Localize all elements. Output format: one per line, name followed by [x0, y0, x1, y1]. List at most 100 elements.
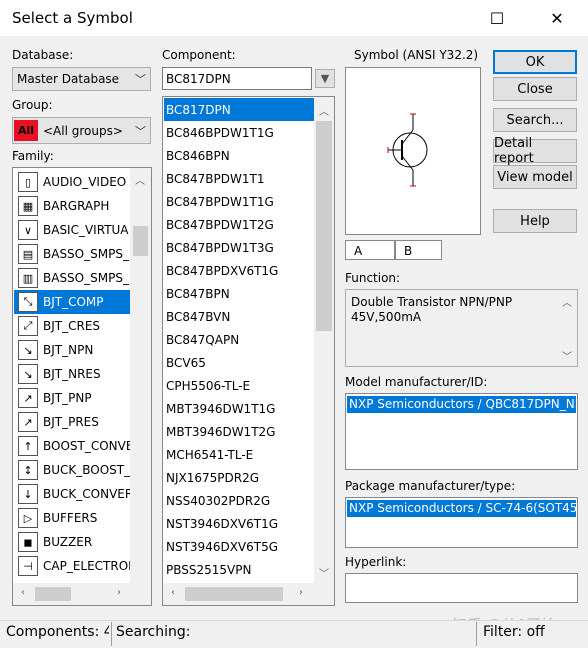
- family-item[interactable]: ▷ BUFFERS: [14, 506, 130, 530]
- family-item[interactable]: ↘ BJT_NRES: [14, 362, 130, 386]
- component-item[interactable]: BC847BPDXV6T1G: [164, 259, 314, 282]
- component-label: Component:: [162, 48, 236, 62]
- detail-report-button[interactable]: Detail report: [493, 136, 577, 166]
- family-item[interactable]: ↗ BJT_PNP: [14, 386, 130, 410]
- database-select[interactable]: Master Database ﹀: [12, 67, 151, 91]
- family-icon: ↗: [18, 412, 38, 432]
- scroll-left-icon[interactable]: ‹: [165, 587, 181, 598]
- scroll-right-icon[interactable]: ›: [293, 587, 309, 598]
- scroll-up-icon[interactable]: ︿: [559, 294, 575, 309]
- component-item[interactable]: BC846BPDW1T1G: [164, 121, 314, 144]
- family-icon: ⊣: [18, 556, 38, 576]
- family-item[interactable]: ↓ BUCK_CONVER: [14, 482, 130, 506]
- component-item[interactable]: BC847BPDW1T1G: [164, 190, 314, 213]
- function-label: Function:: [345, 271, 401, 285]
- search-button[interactable]: Search...: [493, 108, 577, 132]
- symbol-tab-b[interactable]: B: [395, 240, 442, 260]
- scroll-thumb[interactable]: [185, 587, 283, 601]
- component-list[interactable]: BC817DPN BC846BPDW1T1G BC846BPN BC847BPDW1T…: [162, 96, 335, 606]
- group-label: Group:: [12, 98, 53, 112]
- component-hscrollbar[interactable]: ‹ ›: [163, 583, 334, 605]
- family-hscrollbar[interactable]: ‹ ›: [13, 583, 151, 605]
- family-icon: ↗: [18, 388, 38, 408]
- family-item[interactable]: ▯ AUDIO_VIDEO: [14, 170, 130, 194]
- component-item[interactable]: NST3946DXV6T5G: [164, 535, 314, 558]
- window-title: Select a Symbol: [12, 9, 133, 27]
- component-item[interactable]: BC847BPDW1T3G: [164, 236, 314, 259]
- component-item[interactable]: BC817DPN: [164, 98, 314, 121]
- family-item-label: BUCK_CONVER: [43, 487, 130, 501]
- family-item[interactable]: ↕ BUCK_BOOST_: [14, 458, 130, 482]
- component-item[interactable]: BC847BPDW1T1: [164, 167, 314, 190]
- help-button[interactable]: Help: [493, 209, 577, 233]
- component-item[interactable]: BC847QAPN: [164, 328, 314, 351]
- model-manufacturer-label: Model manufacturer/ID:: [345, 375, 488, 389]
- family-icon: ▤: [18, 244, 38, 264]
- component-item[interactable]: CPH5506-TL-E: [164, 374, 314, 397]
- family-item[interactable]: ▦ BARGRAPH: [14, 194, 130, 218]
- scroll-down-icon[interactable]: ﹀: [316, 565, 332, 580]
- component-item[interactable]: PBSS2515VPN: [164, 558, 314, 581]
- bjt-complementary-symbol-icon: [387, 113, 428, 187]
- family-vscrollbar[interactable]: ︿: [130, 168, 151, 583]
- package-manufacturer-item[interactable]: NXP Semiconductors / SC-74-6(SOT457): [347, 500, 576, 517]
- component-item[interactable]: NJX1675PDR2G: [164, 466, 314, 489]
- family-list[interactable]: ▯ AUDIO_VIDEO ▦ BARGRAPH ∨ BASIC_VIRTUA ▤ BASSO…: [12, 167, 152, 606]
- component-item[interactable]: BC847BPDW1T2G: [164, 213, 314, 236]
- family-item-label: BARGRAPH: [43, 199, 110, 213]
- symbol-preview: [345, 67, 481, 235]
- scroll-right-icon[interactable]: ›: [111, 587, 127, 598]
- maximize-icon[interactable]: ☐: [474, 0, 520, 36]
- family-item[interactable]: ⤢ BJT_CRES: [14, 314, 130, 338]
- function-text: Double Transistor NPN/PNP 45V,500mA ︿ ﹀: [345, 289, 578, 367]
- family-item[interactable]: ⤡ BJT_COMP: [14, 290, 130, 314]
- scroll-thumb[interactable]: [316, 121, 332, 331]
- component-item[interactable]: NSS40302PDR2G: [164, 489, 314, 512]
- family-item[interactable]: ◼ BUZZER: [14, 530, 130, 554]
- component-item[interactable]: BC847BVN: [164, 305, 314, 328]
- hyperlink-field[interactable]: [345, 573, 578, 603]
- family-item-label: CAP_ELECTROL: [43, 559, 130, 573]
- model-manufacturer-list[interactable]: NXP Semiconductors / QBC817DPN_NPN: [345, 393, 578, 470]
- component-item[interactable]: BC847BPN: [164, 282, 314, 305]
- scroll-thumb[interactable]: [35, 587, 71, 601]
- family-item[interactable]: ∨ BASIC_VIRTUA: [14, 218, 130, 242]
- close-button[interactable]: Close: [493, 77, 577, 101]
- all-groups-icon: All: [14, 120, 38, 141]
- scroll-left-icon[interactable]: ‹: [15, 587, 31, 598]
- family-item[interactable]: ↗ BJT_PRES: [14, 410, 130, 434]
- component-item[interactable]: BC846BPN: [164, 144, 314, 167]
- family-item[interactable]: ▤ BASSO_SMPS_: [14, 242, 130, 266]
- scroll-thumb[interactable]: [133, 226, 148, 256]
- family-item[interactable]: ↘ BJT_NPN: [14, 338, 130, 362]
- component-vscrollbar[interactable]: ︿ ﹀: [314, 97, 334, 583]
- symbol-tab-a[interactable]: A: [345, 240, 395, 260]
- package-manufacturer-list[interactable]: NXP Semiconductors / SC-74-6(SOT457): [345, 497, 578, 548]
- component-input[interactable]: BC817DPN: [162, 67, 312, 90]
- view-model-button[interactable]: View model: [493, 165, 577, 189]
- scroll-up-icon[interactable]: ︿: [132, 172, 148, 187]
- scroll-up-icon[interactable]: ︿: [316, 103, 332, 118]
- group-value: <All groups>: [43, 124, 123, 138]
- family-item-label: BUZZER: [43, 535, 93, 549]
- family-item-label: BJT_PRES: [43, 415, 99, 429]
- component-item[interactable]: MBT3946DW1T1G: [164, 397, 314, 420]
- component-item[interactable]: MBT3946DW1T2G: [164, 420, 314, 443]
- component-item[interactable]: MCH6541-TL-E: [164, 443, 314, 466]
- family-icon: ∨: [18, 220, 38, 240]
- family-icon: ▦: [18, 196, 38, 216]
- close-icon[interactable]: ✕: [534, 0, 580, 36]
- family-item[interactable]: ⊣ CAP_ELECTROL: [14, 554, 130, 578]
- family-icon: ▥: [18, 268, 38, 288]
- family-icon: ↓: [18, 484, 38, 504]
- ok-button[interactable]: OK: [493, 50, 577, 74]
- family-icon: ◼: [18, 532, 38, 552]
- filter-icon[interactable]: ▼: [315, 69, 335, 88]
- family-item[interactable]: ↑ BOOST_CONVE: [14, 434, 130, 458]
- group-select[interactable]: All <All groups> ﹀: [12, 117, 151, 144]
- component-item[interactable]: BCV65: [164, 351, 314, 374]
- scroll-down-icon[interactable]: ﹀: [559, 348, 575, 363]
- component-item[interactable]: NST3946DXV6T1G: [164, 512, 314, 535]
- family-item[interactable]: ▥ BASSO_SMPS_: [14, 266, 130, 290]
- model-manufacturer-item[interactable]: NXP Semiconductors / QBC817DPN_NPN: [347, 396, 576, 413]
